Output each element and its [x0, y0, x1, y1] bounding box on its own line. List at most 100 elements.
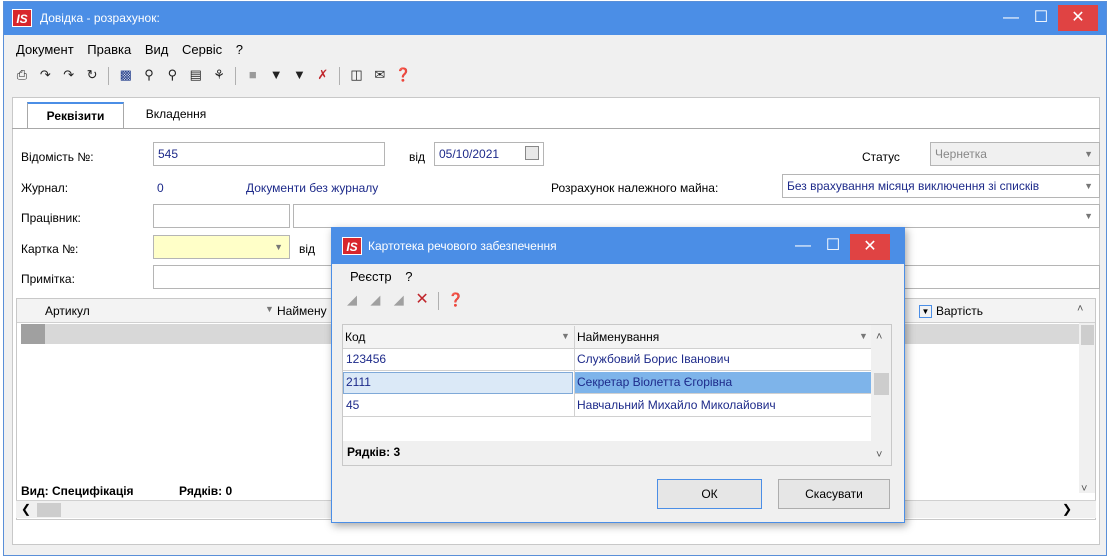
- dialog-menu-bar: Реєстр ?: [350, 266, 423, 288]
- toolbar-separator: [108, 66, 110, 85]
- mail-icon[interactable]: ✉: [370, 65, 390, 85]
- calculation-label: Розрахунок належного майна:: [551, 181, 719, 195]
- employee-name-select[interactable]: ▼: [293, 204, 1100, 228]
- cancel-button[interactable]: Скасувати: [778, 479, 890, 509]
- close-button[interactable]: ✕: [1058, 5, 1098, 31]
- chevron-down-icon[interactable]: ▼: [859, 331, 868, 341]
- column-divider: [574, 326, 575, 348]
- tab-attachments[interactable]: Вкладення: [132, 102, 220, 128]
- note-label: Примітка:: [21, 272, 75, 286]
- dialog-toolbar: ◢ ◢ ◢ ✕ ❓: [342, 290, 522, 314]
- status-select[interactable]: Чернетка ▼: [930, 142, 1100, 166]
- toolbar-separator: [235, 66, 237, 85]
- menu-view[interactable]: Вид: [145, 42, 169, 57]
- date-from-label: від: [409, 150, 426, 164]
- scroll-left-icon[interactable]: ❮: [21, 502, 31, 516]
- hscroll-thumb[interactable]: [37, 503, 61, 517]
- tab-requisites[interactable]: Реквізити: [27, 102, 124, 128]
- col-naymenuvannia[interactable]: Наймену: [277, 304, 327, 318]
- scroll-down-icon[interactable]: ˅: [876, 449, 882, 461]
- report-icon[interactable]: ▤: [186, 65, 206, 85]
- scroll-down-icon[interactable]: ˅: [1081, 483, 1087, 495]
- status-label: Статус: [862, 150, 900, 164]
- tree-icon[interactable]: ⚘: [209, 65, 229, 85]
- dialog-title: Картотека речового забезпечення: [368, 239, 557, 253]
- filter-add-icon[interactable]: ▼: [289, 65, 309, 85]
- scroll-up-icon[interactable]: ˄: [876, 331, 882, 343]
- window-title: Довідка - розрахунок:: [40, 11, 160, 25]
- chevron-down-icon: ▼: [1084, 149, 1093, 159]
- row-code: 2111: [346, 375, 371, 389]
- maximize-button[interactable]: ☐: [1028, 3, 1054, 33]
- background-strip: [1108, 0, 1115, 558]
- chevron-down-icon: ▼: [274, 242, 283, 252]
- chevron-down-icon[interactable]: ▼: [561, 331, 570, 341]
- column-divider: [574, 349, 575, 417]
- add-icon[interactable]: ◢: [342, 290, 362, 310]
- print-icon[interactable]: ⎙: [12, 65, 32, 85]
- dialog-vertical-scrollbar[interactable]: [871, 325, 891, 465]
- grey-box-icon[interactable]: ■: [243, 65, 263, 85]
- scroll-thumb[interactable]: [1081, 325, 1094, 345]
- chevron-down-icon[interactable]: ▼: [265, 304, 274, 314]
- menu-help[interactable]: ?: [405, 269, 412, 284]
- menu-help[interactable]: ?: [236, 42, 243, 57]
- ok-button[interactable]: ОК: [657, 479, 762, 509]
- journal-number: 0: [157, 181, 164, 195]
- employee-label: Працівник:: [21, 211, 81, 225]
- journal-name[interactable]: Документи без журналу: [246, 178, 378, 198]
- menu-registry[interactable]: Реєстр: [350, 269, 392, 284]
- form-icon[interactable]: ◫: [347, 65, 367, 85]
- chevron-down-icon: ▼: [1081, 175, 1093, 197]
- add-icon[interactable]: ↷: [35, 65, 55, 85]
- dialog-maximize-button[interactable]: ☐: [820, 231, 846, 261]
- row-name: Навчальний Михайло Миколайович: [577, 398, 776, 412]
- journal-label: Журнал:: [21, 181, 69, 195]
- minimize-button[interactable]: —: [998, 3, 1024, 33]
- card-number-select[interactable]: ▼: [153, 235, 290, 259]
- find-next-icon[interactable]: ⚲: [162, 65, 182, 85]
- row-code: 123456: [346, 352, 387, 366]
- col-name[interactable]: Найменування: [577, 330, 659, 344]
- scroll-thumb[interactable]: [874, 373, 889, 395]
- scroll-right-icon[interactable]: ❯: [1062, 502, 1072, 516]
- edit-icon[interactable]: ◢: [365, 290, 385, 310]
- calendar-icon[interactable]: [525, 146, 539, 160]
- menu-edit[interactable]: Правка: [87, 42, 131, 57]
- filter-clear-icon[interactable]: ✗: [313, 65, 333, 85]
- vertical-scrollbar[interactable]: [1079, 323, 1095, 493]
- copy-icon[interactable]: ◢: [389, 290, 409, 310]
- dialog-close-button[interactable]: ✕: [850, 234, 890, 260]
- date-input[interactable]: 05/10/2021: [434, 142, 544, 166]
- scroll-up-icon[interactable]: ˄: [1077, 303, 1083, 315]
- card-label: Картка №:: [21, 242, 79, 256]
- refresh-icon[interactable]: ↻: [82, 65, 102, 85]
- tab-underline: [12, 128, 1100, 129]
- dialog-minimize-button[interactable]: —: [790, 231, 816, 261]
- menu-service[interactable]: Сервіс: [182, 42, 222, 57]
- filter-icon[interactable]: ▼: [266, 65, 286, 85]
- save-icon[interactable]: ▩: [116, 65, 136, 85]
- col-code[interactable]: Код: [345, 330, 365, 344]
- grid-view-label: Вид: Специфікація: [21, 484, 134, 498]
- employee-code-input[interactable]: [153, 204, 290, 228]
- vidomist-number-input[interactable]: 545: [153, 142, 385, 166]
- col-artykul[interactable]: Артикул: [45, 304, 90, 318]
- copy-icon[interactable]: ↷: [59, 65, 79, 85]
- help-icon[interactable]: ❓: [446, 290, 466, 310]
- col-vartist[interactable]: Вартість: [936, 304, 983, 318]
- dialog-logo: IS: [342, 237, 362, 255]
- calculation-select[interactable]: Без врахування місяця виключення зі спис…: [782, 174, 1100, 198]
- row-code: 45: [346, 398, 360, 412]
- dialog-title-bar: IS Картотека речового забезпечення — ☐ ✕: [332, 228, 904, 264]
- menu-document[interactable]: Документ: [16, 42, 74, 57]
- grid-rows-count: Рядків: 0: [179, 484, 233, 498]
- chevron-down-icon: ▼: [1084, 211, 1093, 221]
- delete-icon[interactable]: ✕: [412, 290, 432, 310]
- title-bar: IS Довідка - розрахунок: — ☐ ✕: [4, 2, 1106, 35]
- filter-icon[interactable]: ▼: [919, 305, 932, 318]
- help-icon[interactable]: ❓: [393, 65, 413, 85]
- toolbar: ⎙ ↷ ↷ ↻ ▩ ⚲ ⚲ ▤ ⚘ ■ ▼ ▼ ✗ ◫ ✉ ❓: [12, 65, 512, 89]
- dialog-rows-count: Рядків: 3: [347, 445, 401, 459]
- find-icon[interactable]: ⚲: [139, 65, 159, 85]
